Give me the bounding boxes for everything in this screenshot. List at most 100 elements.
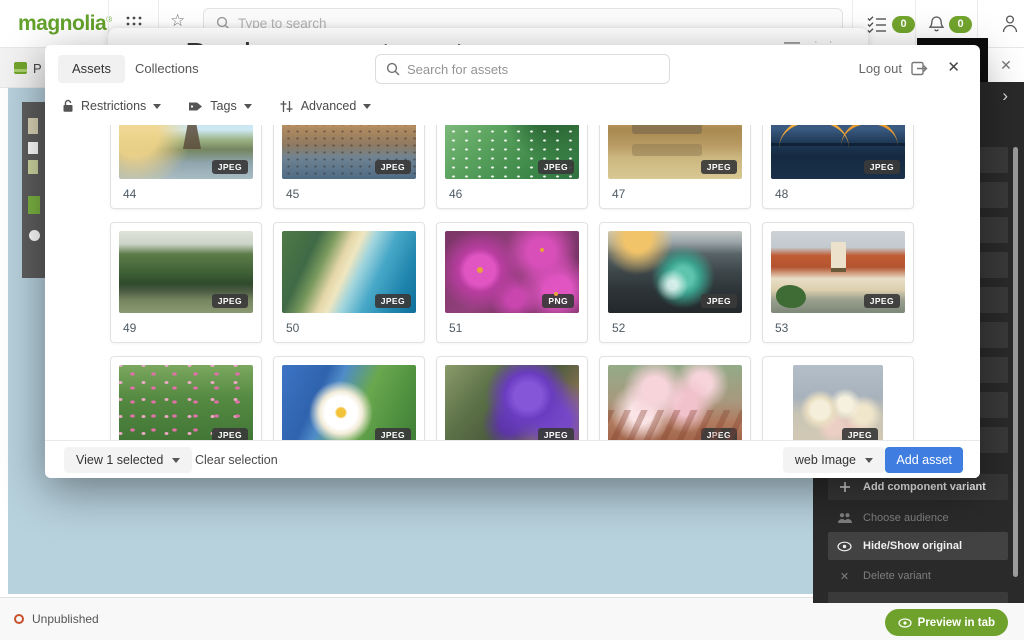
asset-chooser-dialog: Assets Collections Log out ✕ Restriction… [45, 45, 980, 478]
breadcrumb[interactable]: P [33, 61, 42, 76]
asset-thumbnail: JPEG [608, 231, 742, 313]
asset-card[interactable]: JPEG 45 [273, 125, 425, 209]
asset-format-badge: JPEG [701, 428, 737, 440]
panel-scrollbar[interactable] [1013, 147, 1018, 577]
logout-button[interactable]: Log out [859, 61, 928, 76]
lock-icon [62, 99, 74, 113]
user-icon [1001, 14, 1019, 34]
dialog-footer: View 1 selected Clear selection web Imag… [45, 440, 980, 478]
chevron-down-icon [244, 104, 252, 109]
asset-thumbnail: JPEG [445, 365, 579, 440]
asset-thumbnail: JPEG [119, 365, 253, 440]
asset-type-select[interactable]: web Image [783, 447, 885, 473]
close-dialog-icon[interactable]: ✕ [947, 58, 960, 76]
asset-number: 45 [282, 187, 416, 201]
logout-icon [911, 61, 928, 76]
asset-format-badge: JPEG [701, 294, 737, 308]
asset-card[interactable]: JPEG 53 [762, 222, 914, 343]
clear-selection-button[interactable]: Clear selection [195, 453, 278, 467]
tag-icon [188, 101, 203, 112]
context-menu-item-choose-audience[interactable]: Choose audience [828, 506, 1008, 530]
asset-thumbnail: JPEG [445, 125, 579, 179]
asset-search-input[interactable] [407, 62, 637, 77]
asset-thumbnail: JPEG [771, 125, 905, 179]
user-menu-button[interactable] [1001, 0, 1019, 48]
chevron-down-icon [363, 104, 371, 109]
asset-format-badge: JPEG [538, 428, 574, 440]
asset-card[interactable]: JPEG 47 [599, 125, 751, 209]
asset-format-badge: JPEG [842, 428, 878, 440]
panel-close-button[interactable]: ✕ [988, 48, 1024, 82]
asset-number: 47 [608, 187, 742, 201]
tasks-button[interactable]: 0 [866, 0, 915, 48]
asset-number: 46 [445, 187, 579, 201]
divider [915, 0, 916, 48]
magnolia-logo: magnolia® [18, 12, 112, 36]
search-icon [386, 62, 400, 76]
unpublished-status-icon [14, 614, 24, 624]
filter-bar: Restrictions Tags Advanced [62, 99, 371, 113]
asset-thumbnail: PNG [445, 231, 579, 313]
asset-number: 49 [119, 321, 253, 335]
chevron-down-icon [153, 104, 161, 109]
asset-card[interactable]: JPEG 49 [110, 222, 262, 343]
asset-thumbnail: JPEG [119, 125, 253, 179]
tab-collections[interactable]: Collections [121, 55, 213, 83]
eye-icon [837, 541, 852, 552]
asset-card[interactable]: JPEG 50 [273, 222, 425, 343]
asset-card[interactable]: JPEG 46 [436, 125, 588, 209]
asset-card[interactable]: JPEG 44 [110, 125, 262, 209]
sliders-icon [279, 100, 294, 113]
asset-search-field[interactable] [375, 54, 670, 84]
asset-format-badge: JPEG [212, 294, 248, 308]
tasks-count-badge: 0 [892, 16, 915, 33]
asset-format-badge: JPEG [212, 428, 248, 440]
asset-format-badge: JPEG [212, 160, 248, 174]
asset-card[interactable]: JPEG 52 [599, 222, 751, 343]
filter-restrictions[interactable]: Restrictions [62, 99, 161, 113]
add-asset-button[interactable]: Add asset [885, 447, 963, 473]
eye-icon [898, 618, 912, 628]
asset-card[interactable]: JPEG [273, 356, 425, 440]
asset-format-badge: JPEG [375, 428, 411, 440]
asset-thumbnail: JPEG [282, 125, 416, 179]
asset-number: 48 [771, 187, 905, 201]
context-menu-item-delete-variant[interactable]: ✕ Delete variant [828, 564, 1008, 588]
asset-card[interactable]: PNG 51 [436, 222, 588, 343]
bell-icon [928, 15, 945, 34]
add-variant-icon [837, 481, 852, 493]
preview-in-tab-button[interactable]: Preview in tab [885, 609, 1008, 636]
context-menu-item-hide-show[interactable]: Hide/Show original [828, 532, 1008, 560]
asset-number: 51 [445, 321, 579, 335]
asset-thumbnail: JPEG [119, 231, 253, 313]
tasks-icon [866, 15, 888, 33]
asset-card[interactable]: JPEG [436, 356, 588, 440]
publication-status: Unpublished [14, 612, 99, 626]
asset-grid: JPEG 44 JPEG 45 JPEG 46 JPEG 47 JPEG 48 … [45, 125, 980, 440]
asset-number: 53 [771, 321, 905, 335]
asset-thumbnail: JPEG [282, 365, 416, 440]
delete-icon: ✕ [837, 570, 852, 583]
asset-thumbnail: JPEG [793, 365, 883, 440]
asset-card[interactable]: JPEG [599, 356, 751, 440]
chevron-down-icon [865, 458, 873, 463]
asset-number: 52 [608, 321, 742, 335]
asset-card[interactable]: JPEG [110, 356, 262, 440]
pages-app-icon [14, 62, 27, 74]
view-selected-button[interactable]: View 1 selected [64, 447, 192, 473]
filter-tags[interactable]: Tags [188, 99, 251, 113]
chevron-down-icon [172, 458, 180, 463]
collapse-panel-icon[interactable]: › [1002, 86, 1008, 106]
tab-assets[interactable]: Assets [58, 55, 125, 83]
asset-format-badge: JPEG [375, 160, 411, 174]
asset-number: 44 [119, 187, 253, 201]
asset-thumbnail: JPEG [282, 231, 416, 313]
asset-format-badge: JPEG [864, 294, 900, 308]
audience-icon [837, 512, 852, 524]
asset-card[interactable]: JPEG [762, 356, 914, 440]
asset-card[interactable]: JPEG 48 [762, 125, 914, 209]
filter-advanced[interactable]: Advanced [279, 99, 372, 113]
asset-format-badge: JPEG [538, 160, 574, 174]
notifications-count-badge: 0 [949, 16, 972, 33]
context-menu-item-stub[interactable] [828, 592, 1008, 603]
